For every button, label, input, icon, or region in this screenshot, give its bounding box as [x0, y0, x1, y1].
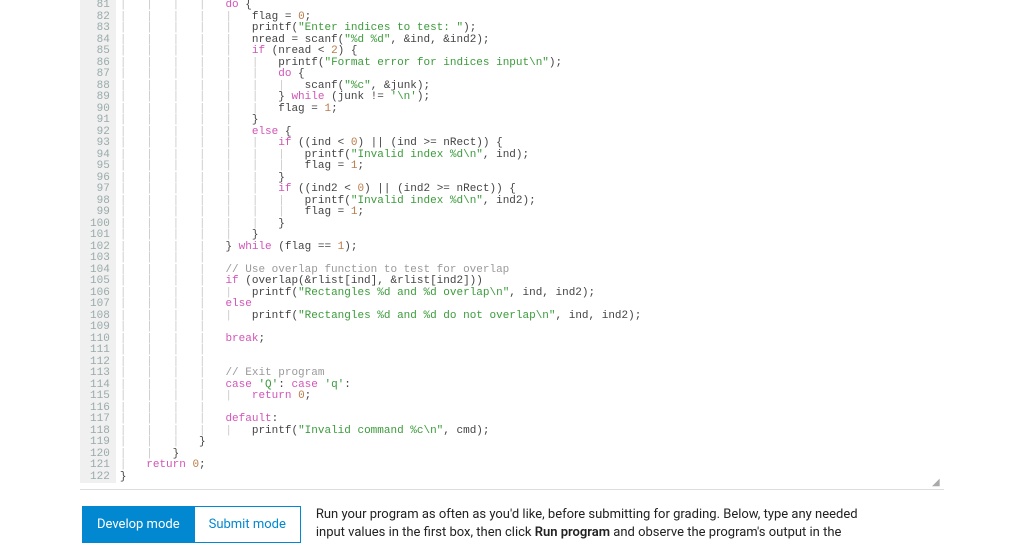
line-number: 122 [90, 472, 110, 484]
line-number: 105 [90, 276, 110, 288]
code-line[interactable]: | return 0; [120, 460, 944, 472]
help-text: Run your program as often as you'd like,… [316, 506, 942, 542]
line-number: 121 [90, 460, 110, 472]
line-number: 97 [90, 184, 110, 196]
code-line[interactable]: | | | | | printf("Invalid command %c\n",… [120, 426, 944, 438]
line-number: 95 [90, 161, 110, 173]
code-line[interactable]: | | | | | printf("Rectangles %d and %d d… [120, 311, 944, 323]
line-number: 91 [90, 115, 110, 127]
line-number: 117 [90, 414, 110, 426]
line-number: 87 [90, 69, 110, 81]
line-number: 113 [90, 368, 110, 380]
code-line[interactable]: | | } [120, 449, 944, 461]
line-number: 93 [90, 138, 110, 150]
line-number-gutter: 8182838485868788899091929394959697989910… [80, 0, 116, 483]
resize-handle-icon[interactable]: ◢ [932, 477, 942, 487]
line-number: 81 [90, 0, 110, 12]
submit-mode-button[interactable]: Submit mode [194, 506, 301, 543]
line-number: 101 [90, 230, 110, 242]
code-line[interactable]: } [120, 472, 944, 484]
code-editor[interactable]: 8182838485868788899091929394959697989910… [80, 0, 944, 490]
code-content[interactable]: | | | | do {| | | | | flag = 0;| | | | |… [116, 0, 944, 483]
code-line[interactable]: | | | | [120, 345, 944, 357]
develop-mode-button[interactable]: Develop mode [82, 506, 195, 543]
line-number: 107 [90, 299, 110, 311]
code-line[interactable]: | | | | | return 0; [120, 391, 944, 403]
line-number: 111 [90, 345, 110, 357]
code-line[interactable]: | | | } [120, 437, 944, 449]
line-number: 119 [90, 437, 110, 449]
line-number: 103 [90, 253, 110, 265]
line-number: 83 [90, 23, 110, 35]
code-line[interactable]: | | | | } while (flag == 1); [120, 242, 944, 254]
code-line[interactable]: | | | | break; [120, 334, 944, 346]
mode-toolbar: Develop mode Submit mode Run your progra… [82, 506, 942, 543]
line-number: 89 [90, 92, 110, 104]
line-number: 109 [90, 322, 110, 334]
line-number: 85 [90, 46, 110, 58]
line-number: 99 [90, 207, 110, 219]
line-number: 115 [90, 391, 110, 403]
